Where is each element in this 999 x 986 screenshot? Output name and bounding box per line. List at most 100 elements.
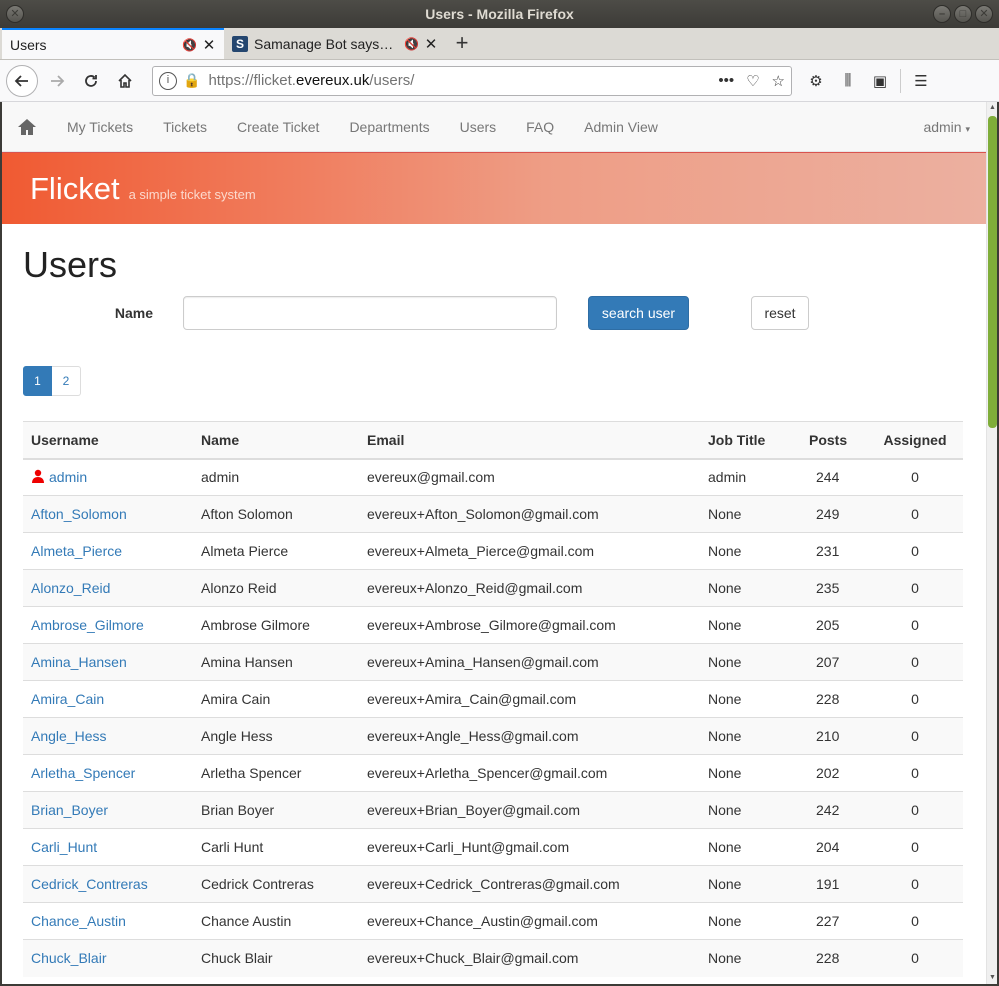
- toolbar-separator: [900, 68, 901, 93]
- cell-email: evereux+Angle_Hess@gmail.com: [359, 717, 700, 755]
- table-row: admin admin evereux@gmail.com admin 244 0: [23, 458, 963, 496]
- user-icon: [32, 470, 44, 484]
- col-assigned: Assigned: [867, 421, 963, 460]
- mute-icon[interactable]: 🔇: [404, 37, 420, 51]
- browser-toolbar: i 🔒 https://flicket.evereux.uk/users/ ••…: [0, 60, 999, 102]
- scroll-thumb[interactable]: [988, 116, 997, 428]
- username-link[interactable]: Cedrick_Contreras: [31, 876, 148, 892]
- new-tab-button[interactable]: +: [446, 29, 478, 59]
- search-form: Name search user reset: [23, 296, 965, 330]
- username-link[interactable]: Chuck_Blair: [31, 950, 106, 966]
- pocket-icon[interactable]: ♡: [746, 72, 759, 90]
- username-link[interactable]: Brian_Boyer: [31, 802, 108, 818]
- cell-job-title: None: [700, 791, 801, 829]
- table-row: Angle_Hess Angle Hess evereux+Angle_Hess@g…: [23, 717, 963, 755]
- sidebar-icon[interactable]: ▣: [868, 72, 892, 90]
- url-bar[interactable]: i 🔒 https://flicket.evereux.uk/users/ ••…: [152, 65, 792, 96]
- nav-faq[interactable]: FAQ: [526, 119, 554, 135]
- info-icon[interactable]: i: [159, 71, 177, 90]
- username-link[interactable]: Carli_Hunt: [31, 839, 97, 855]
- tab-label: Samanage Bot says…: [254, 36, 394, 52]
- cell-job-title: None: [700, 643, 801, 681]
- url-text[interactable]: https://flicket.evereux.uk/users/: [208, 72, 718, 89]
- username-link[interactable]: Amina_Hansen: [31, 654, 127, 670]
- cell-email: evereux+Chance_Austin@gmail.com: [359, 902, 700, 940]
- cell-name: Arletha Spencer: [193, 754, 359, 792]
- username-link[interactable]: Almeta_Pierce: [31, 543, 122, 559]
- nav-users[interactable]: Users: [460, 119, 497, 135]
- cell-posts: 205: [801, 606, 867, 644]
- cell-posts: 204: [801, 828, 867, 866]
- reset-button[interactable]: reset: [751, 296, 809, 330]
- back-button[interactable]: [6, 64, 38, 97]
- cell-name: Cedrick Contreras: [193, 865, 359, 903]
- table-row: Alonzo_Reid Alonzo Reid evereux+Alonzo_Rei…: [23, 569, 963, 607]
- menu-icon[interactable]: ☰: [909, 72, 933, 90]
- cell-username: Cedrick_Contreras: [23, 865, 193, 903]
- close-tab-icon[interactable]: ✕: [202, 36, 216, 54]
- close-window-button[interactable]: ✕: [6, 5, 24, 23]
- cell-posts: 202: [801, 754, 867, 792]
- col-name: Name: [193, 421, 359, 460]
- home-button[interactable]: [110, 66, 140, 96]
- nav-my-tickets[interactable]: My Tickets: [67, 119, 133, 135]
- cell-email: evereux@gmail.com: [359, 458, 700, 496]
- brand-title[interactable]: Flicket: [30, 171, 120, 207]
- maximize-window-button[interactable]: □: [954, 5, 972, 23]
- scroll-down-icon[interactable]: ▼: [987, 972, 998, 984]
- library-icon[interactable]: ⫼: [836, 72, 860, 89]
- close-window-button-right[interactable]: ✕: [975, 5, 993, 23]
- page-actions-icon[interactable]: •••: [718, 72, 734, 90]
- table-row: Amina_Hansen Amina Hansen evereux+Amina_Ha…: [23, 643, 963, 681]
- tab-users[interactable]: Users 🔇 ✕: [2, 28, 224, 59]
- cell-posts: 249: [801, 495, 867, 533]
- col-posts: Posts: [801, 421, 867, 460]
- window-titlebar: ✕ Users - Mozilla Firefox – □ ✕: [0, 0, 999, 28]
- nav-admin-view[interactable]: Admin View: [584, 119, 658, 135]
- cell-name: Alonzo Reid: [193, 569, 359, 607]
- username-link[interactable]: Afton_Solomon: [31, 506, 127, 522]
- cell-assigned: 0: [867, 606, 963, 644]
- forward-button[interactable]: [42, 66, 72, 96]
- lock-icon[interactable]: 🔒: [183, 72, 200, 89]
- page-scrollbar[interactable]: ▲ ▼: [986, 102, 997, 984]
- page-link-2[interactable]: 2: [52, 366, 81, 396]
- tab-samanage[interactable]: S Samanage Bot says… 🔇 ✕: [224, 29, 446, 59]
- search-input[interactable]: [183, 296, 557, 330]
- minimize-window-button[interactable]: –: [933, 5, 951, 23]
- scroll-up-icon[interactable]: ▲: [987, 102, 998, 114]
- brand-tagline: a simple ticket system: [128, 187, 256, 202]
- username-link[interactable]: Chance_Austin: [31, 913, 126, 929]
- cell-job-title: None: [700, 865, 801, 903]
- cell-name: Brian Boyer: [193, 791, 359, 829]
- home-icon[interactable]: [17, 117, 37, 137]
- nav-departments[interactable]: Departments: [349, 119, 429, 135]
- nav-tickets[interactable]: Tickets: [163, 119, 207, 135]
- col-email: Email: [359, 421, 700, 460]
- cell-posts: 242: [801, 791, 867, 829]
- cell-posts: 228: [801, 680, 867, 718]
- cell-name: Carli Hunt: [193, 828, 359, 866]
- username-link[interactable]: admin: [49, 469, 87, 485]
- user-menu-dropdown[interactable]: admin ▾: [923, 119, 970, 135]
- extension-icon[interactable]: ⚙: [804, 72, 828, 90]
- cell-posts: 235: [801, 569, 867, 607]
- mute-icon[interactable]: 🔇: [182, 38, 198, 52]
- close-tab-icon[interactable]: ✕: [424, 35, 438, 53]
- nav-create-ticket[interactable]: Create Ticket: [237, 119, 319, 135]
- username-link[interactable]: Ambrose_Gilmore: [31, 617, 144, 633]
- page-link-1[interactable]: 1: [23, 366, 52, 396]
- cell-job-title: None: [700, 569, 801, 607]
- username-link[interactable]: Arletha_Spencer: [31, 765, 135, 781]
- cell-email: evereux+Arletha_Spencer@gmail.com: [359, 754, 700, 792]
- bookmark-star-icon[interactable]: ☆: [772, 72, 785, 90]
- username-link[interactable]: Alonzo_Reid: [31, 580, 110, 596]
- search-user-button[interactable]: search user: [588, 296, 689, 330]
- cell-assigned: 0: [867, 458, 963, 496]
- cell-assigned: 0: [867, 569, 963, 607]
- username-link[interactable]: Angle_Hess: [31, 728, 107, 744]
- cell-name: Angle Hess: [193, 717, 359, 755]
- cell-name: Chuck Blair: [193, 939, 359, 977]
- username-link[interactable]: Amira_Cain: [31, 691, 104, 707]
- reload-button[interactable]: [76, 66, 106, 96]
